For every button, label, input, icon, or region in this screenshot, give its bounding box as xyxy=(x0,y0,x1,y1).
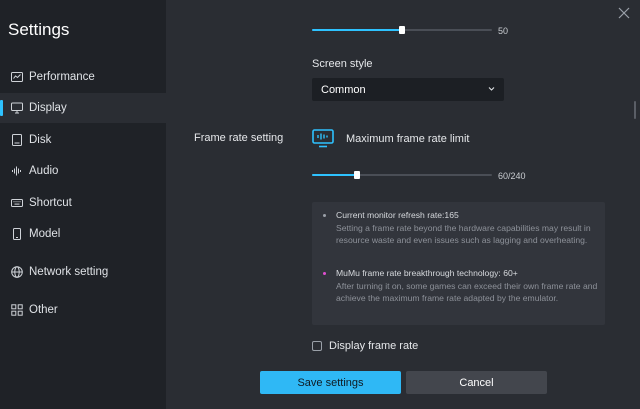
display-frame-rate-checkbox-row[interactable]: Display frame rate xyxy=(312,340,418,352)
screen-style-select[interactable]: Common xyxy=(312,78,504,101)
screen-style-value: Common xyxy=(321,83,366,96)
cancel-button[interactable]: Cancel xyxy=(406,371,547,394)
performance-icon xyxy=(11,71,23,83)
sidebar-item-network-setting[interactable]: Network setting xyxy=(0,257,166,287)
screen-style-label: Screen style xyxy=(312,58,373,70)
sidebar-item-audio[interactable]: Audio xyxy=(0,156,166,186)
frame-rate-value: 60/240 xyxy=(498,171,526,181)
audio-icon xyxy=(11,165,23,177)
sidebar-item-shortcut[interactable]: Shortcut xyxy=(0,188,166,218)
sidebar-item-label: Disk xyxy=(29,134,52,146)
frame-rate-info-box: Current monitor refresh rate:165 Setting… xyxy=(312,202,605,325)
frame-rate-section-label: Frame rate setting xyxy=(194,132,284,144)
max-frame-rate-label: Maximum frame rate limit xyxy=(346,133,470,145)
slider-fill xyxy=(312,29,402,31)
keyboard-icon xyxy=(11,197,23,209)
slider-value: 50 xyxy=(498,26,509,36)
sidebar-item-label: Model xyxy=(29,228,61,240)
bullet-dot xyxy=(323,214,326,217)
sidebar-item-performance[interactable]: Performance xyxy=(0,62,166,92)
chevron-down-icon xyxy=(487,84,496,93)
frame-rate-slider[interactable] xyxy=(312,169,492,181)
sidebar-item-label: Display xyxy=(29,102,67,114)
sidebar-item-label: Other xyxy=(29,304,58,316)
display-frame-rate-checkbox[interactable] xyxy=(312,341,322,351)
sidebar-item-disk[interactable]: Disk xyxy=(0,125,166,155)
settings-title: Settings xyxy=(8,20,70,39)
scrollbar-thumb[interactable] xyxy=(634,101,636,119)
phone-icon xyxy=(11,228,23,240)
info-refresh-rate: Current monitor refresh rate:165 xyxy=(336,210,459,220)
sidebar-item-other[interactable]: Other xyxy=(0,295,166,325)
display-frame-rate-label: Display frame rate xyxy=(329,340,419,352)
globe-icon xyxy=(11,266,23,278)
sidebar-item-model[interactable]: Model xyxy=(0,219,166,249)
monitor-icon xyxy=(11,102,23,114)
sidebar: Settings Performance Display Disk Audio … xyxy=(0,0,166,409)
disk-icon xyxy=(11,134,23,146)
bullet-dot xyxy=(323,272,326,275)
sidebar-item-label: Shortcut xyxy=(29,197,72,209)
frame-rate-monitor-icon xyxy=(312,129,334,148)
grid-icon xyxy=(11,304,23,316)
sidebar-item-display[interactable]: Display xyxy=(0,93,166,123)
info-refresh-rate-desc: Setting a frame rate beyond the hardware… xyxy=(336,222,591,246)
save-settings-button[interactable]: Save settings xyxy=(260,371,401,394)
sidebar-item-label: Network setting xyxy=(29,266,109,278)
slider-fill xyxy=(312,174,357,176)
info-breakthrough-desc: After turning it on, some games can exce… xyxy=(336,280,598,304)
sidebar-item-label: Performance xyxy=(29,71,95,83)
slider-knob[interactable] xyxy=(399,26,405,34)
close-icon[interactable] xyxy=(617,6,631,20)
slider-knob[interactable] xyxy=(354,171,360,179)
info-breakthrough-title: MuMu frame rate breakthrough technology:… xyxy=(336,268,518,278)
sidebar-item-label: Audio xyxy=(29,165,59,177)
resolution-slider[interactable] xyxy=(312,24,492,36)
